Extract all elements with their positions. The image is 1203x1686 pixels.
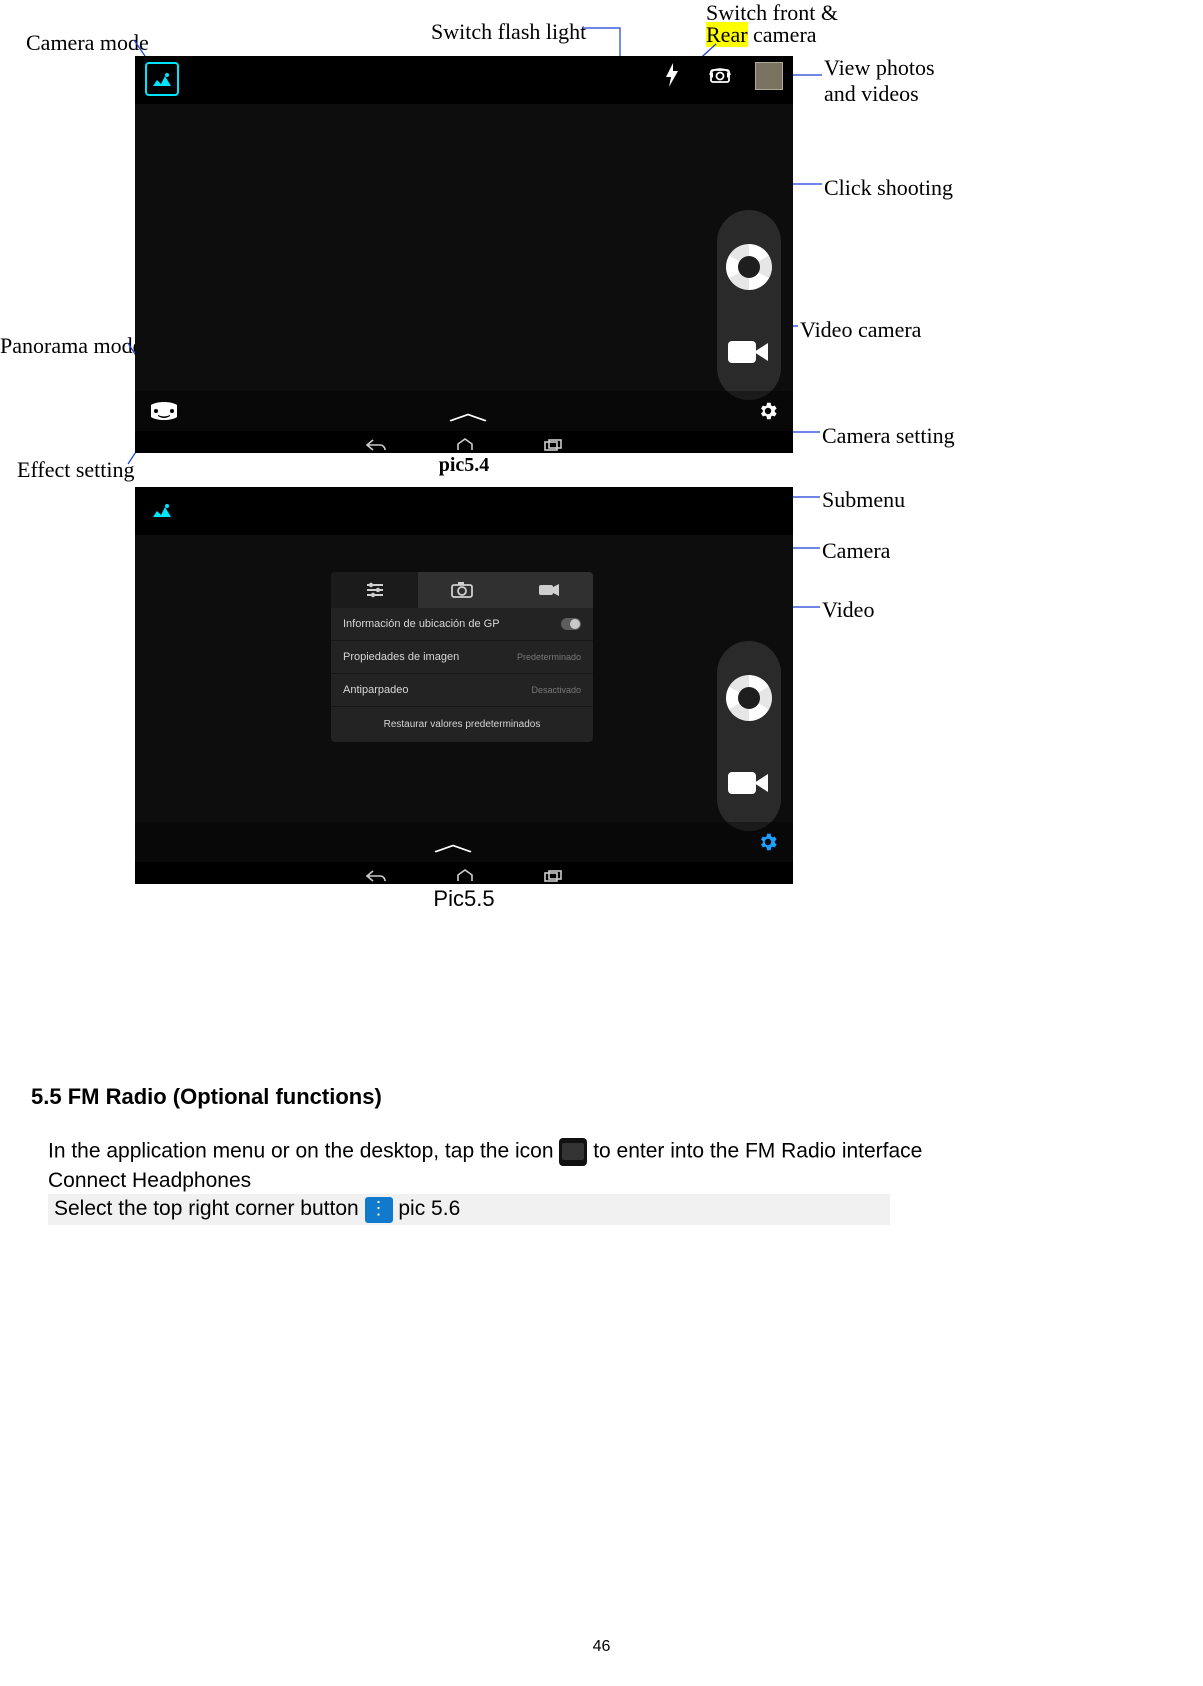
- nav-recents-button-2[interactable]: [544, 870, 562, 882]
- settings-tab-submenu[interactable]: [331, 572, 418, 608]
- settings-row-reset[interactable]: Restaurar valores predeterminados: [331, 707, 593, 742]
- callout-video-camera-label: Video camera: [800, 317, 921, 343]
- page-number: 46: [0, 1638, 1203, 1656]
- settings-row-value: Desactivado: [531, 685, 581, 695]
- callout-view-photos-label: View photos and videos: [824, 55, 935, 108]
- nav-home-button-2[interactable]: [456, 869, 474, 883]
- callout-panorama-mode-label: Panorama mode: [0, 333, 142, 359]
- callout-switch-front-rear-line1: Switch front &: [706, 0, 838, 26]
- screenshot-pic55: Información de ubicación de GP Propiedad…: [135, 487, 793, 884]
- fm-radio-app-icon: [559, 1138, 587, 1166]
- settings-row-value: Predeterminado: [517, 652, 581, 662]
- settings-panel: Información de ubicación de GP Propiedad…: [331, 572, 593, 742]
- capture-pod-2: [717, 641, 781, 831]
- caption-pic54: pic5.4: [135, 454, 793, 477]
- camera-mode-button-2[interactable]: [145, 493, 179, 527]
- section-line1-b: to enter into the FM Radio interface: [593, 1140, 922, 1163]
- callout-camera-mode-label: Camera mode: [26, 30, 149, 56]
- callout-effect-setting-label: Effect setting: [17, 457, 135, 483]
- gps-toggle-icon[interactable]: [561, 618, 581, 630]
- section-line1-a: In the application menu or on the deskto…: [48, 1140, 559, 1163]
- camera-settings-button-2[interactable]: [757, 831, 779, 853]
- switch-camera-button[interactable]: [707, 62, 733, 88]
- callout-video-label: Video: [822, 597, 874, 623]
- callout-camera-label: Camera: [822, 538, 890, 564]
- shutter-button-2[interactable]: [726, 675, 772, 721]
- settings-tab-video[interactable]: [506, 572, 593, 608]
- video-record-button-2[interactable]: [728, 768, 770, 798]
- callout-submenu-label: Submenu: [822, 487, 905, 513]
- callout-click-shooting-label: Click shooting: [824, 175, 953, 201]
- callout-switch-flash-label: Switch flash light: [431, 19, 586, 45]
- settings-row-antiflicker[interactable]: Antiparpadeo Desactivado: [331, 674, 593, 707]
- settings-row-label: Información de ubicación de GP: [343, 618, 500, 630]
- settings-row-image-props[interactable]: Propiedades de imagen Predeterminado: [331, 641, 593, 674]
- video-record-button[interactable]: [728, 337, 770, 367]
- panorama-mode-button[interactable]: [149, 401, 179, 421]
- gallery-thumbnail-button[interactable]: [755, 62, 783, 90]
- caption-pic55: Pic5.5: [135, 886, 793, 912]
- nav-back-button[interactable]: [366, 439, 386, 451]
- expand-options-button-2[interactable]: ︿: [433, 826, 473, 858]
- section-5-5-title: 5.5 FM Radio (Optional functions): [31, 1084, 382, 1110]
- camera-mode-button[interactable]: [145, 62, 179, 96]
- overflow-menu-icon: [365, 1197, 393, 1223]
- capture-pod: [717, 210, 781, 400]
- callout-switch-front-rear-line2: Rear camera: [706, 22, 817, 48]
- camera-settings-button[interactable]: [757, 400, 779, 422]
- callout-camera-setting-label: Camera setting: [822, 423, 955, 449]
- settings-tab-camera[interactable]: [418, 572, 505, 608]
- settings-row-gps[interactable]: Información de ubicación de GP: [331, 608, 593, 641]
- section-line3-a: Select the top right corner button: [54, 1197, 365, 1220]
- section-line2: Connect Headphones: [48, 1168, 251, 1193]
- flash-toggle-button[interactable]: [659, 62, 685, 88]
- nav-back-button-2[interactable]: [366, 870, 386, 882]
- settings-row-label: Antiparpadeo: [343, 684, 408, 696]
- nav-home-button[interactable]: [456, 438, 474, 452]
- settings-row-label: Propiedades de imagen: [343, 651, 459, 663]
- shutter-button[interactable]: [726, 244, 772, 290]
- expand-options-button[interactable]: ︿: [448, 395, 488, 427]
- screenshot-pic54: ︿: [135, 56, 793, 453]
- section-line3-b: pic 5.6: [398, 1197, 460, 1220]
- nav-recents-button[interactable]: [544, 439, 562, 451]
